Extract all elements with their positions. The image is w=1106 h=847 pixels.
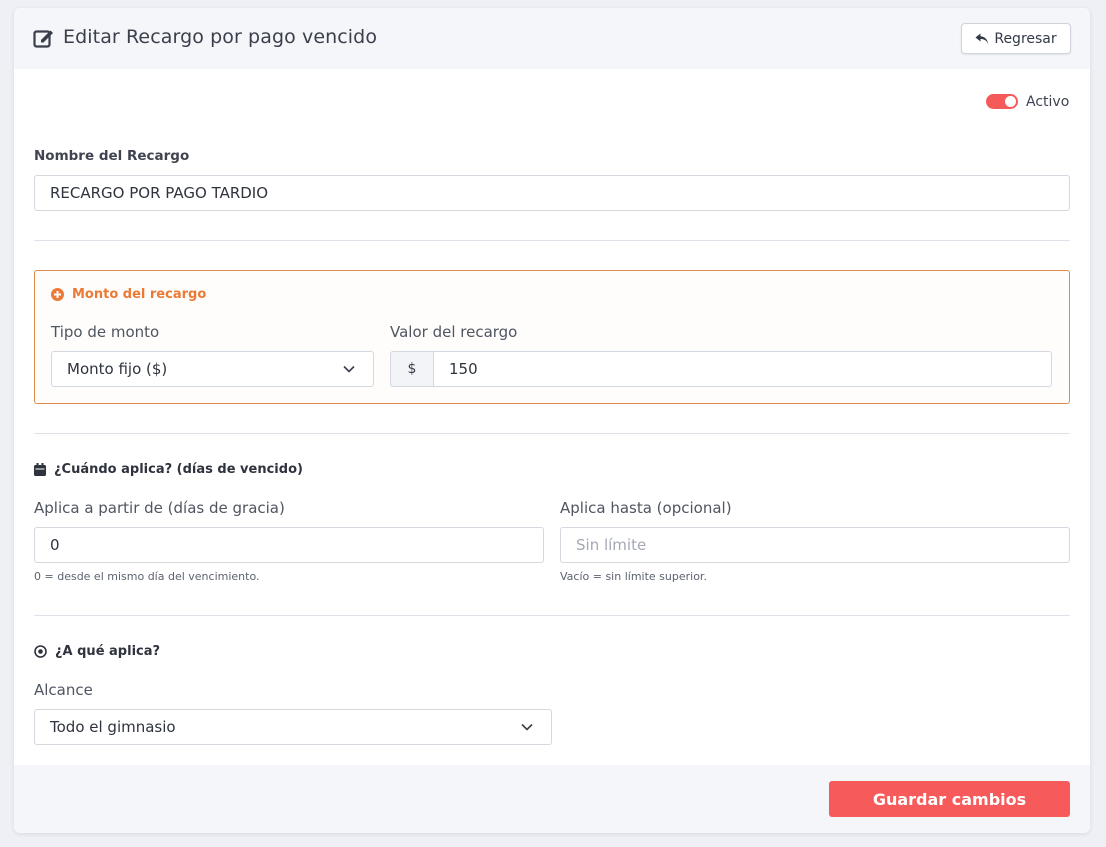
aplica-title-text: ¿A qué aplica?	[55, 644, 161, 659]
nombre-label: Nombre del Recargo	[34, 148, 190, 164]
card-header: Editar Recargo por pago vencido Regresar	[14, 8, 1090, 69]
desde-label: Aplica a partir de (días de gracia)	[34, 499, 285, 517]
hasta-label: Aplica hasta (opcional)	[560, 499, 732, 517]
edit-surcharge-card: Editar Recargo por pago vencido Regresar…	[14, 8, 1090, 833]
hasta-input[interactable]: Sin límite	[560, 527, 1070, 563]
chevron-down-icon	[521, 723, 533, 731]
alcance-select[interactable]: Todo el gimnasio	[34, 709, 552, 745]
target-icon	[34, 645, 47, 658]
alcance-label: Alcance	[34, 681, 93, 699]
back-button-label: Regresar	[994, 30, 1057, 47]
divider	[34, 433, 1070, 434]
desde-help-text: 0 = desde el mismo día del vencimiento.	[34, 570, 260, 583]
currency-prefix: $	[390, 351, 433, 387]
hasta-help-text: Vacío = sin límite superior.	[560, 570, 707, 583]
valor-recargo-label: Valor del recargo	[390, 323, 518, 341]
tipo-monto-select[interactable]: Monto fijo ($)	[51, 351, 374, 387]
nombre-input[interactable]: RECARGO POR PAGO TARDIO	[34, 175, 1070, 211]
valor-recargo-input[interactable]: 150	[433, 351, 1052, 387]
toggle-knob	[1005, 96, 1016, 107]
active-toggle-label: Activo	[1026, 94, 1070, 110]
page-title: Editar Recargo por pago vencido	[63, 26, 378, 48]
save-button[interactable]: Guardar cambios	[829, 781, 1070, 817]
calendar-icon	[34, 463, 46, 476]
tipo-monto-label: Tipo de monto	[51, 323, 160, 341]
desde-input[interactable]: 0	[34, 527, 544, 563]
divider	[34, 240, 1070, 241]
back-button[interactable]: Regresar	[961, 23, 1071, 54]
aplica-section-title: ¿A qué aplica?	[34, 644, 160, 659]
plus-circle-icon	[51, 288, 64, 301]
alcance-value: Todo el gimnasio	[50, 718, 176, 736]
tipo-monto-value: Monto fijo ($)	[67, 360, 168, 378]
cuando-section-title: ¿Cuándo aplica? (días de vencido)	[34, 462, 303, 477]
monto-title-text: Monto del recargo	[72, 287, 207, 302]
reply-arrow-icon	[975, 33, 989, 44]
cuando-title-text: ¿Cuándo aplica? (días de vencido)	[54, 462, 303, 477]
divider	[34, 615, 1070, 616]
edit-icon	[33, 30, 53, 48]
active-toggle[interactable]	[986, 94, 1018, 109]
chevron-down-icon	[343, 365, 355, 373]
monto-section-title: Monto del recargo	[51, 287, 206, 302]
